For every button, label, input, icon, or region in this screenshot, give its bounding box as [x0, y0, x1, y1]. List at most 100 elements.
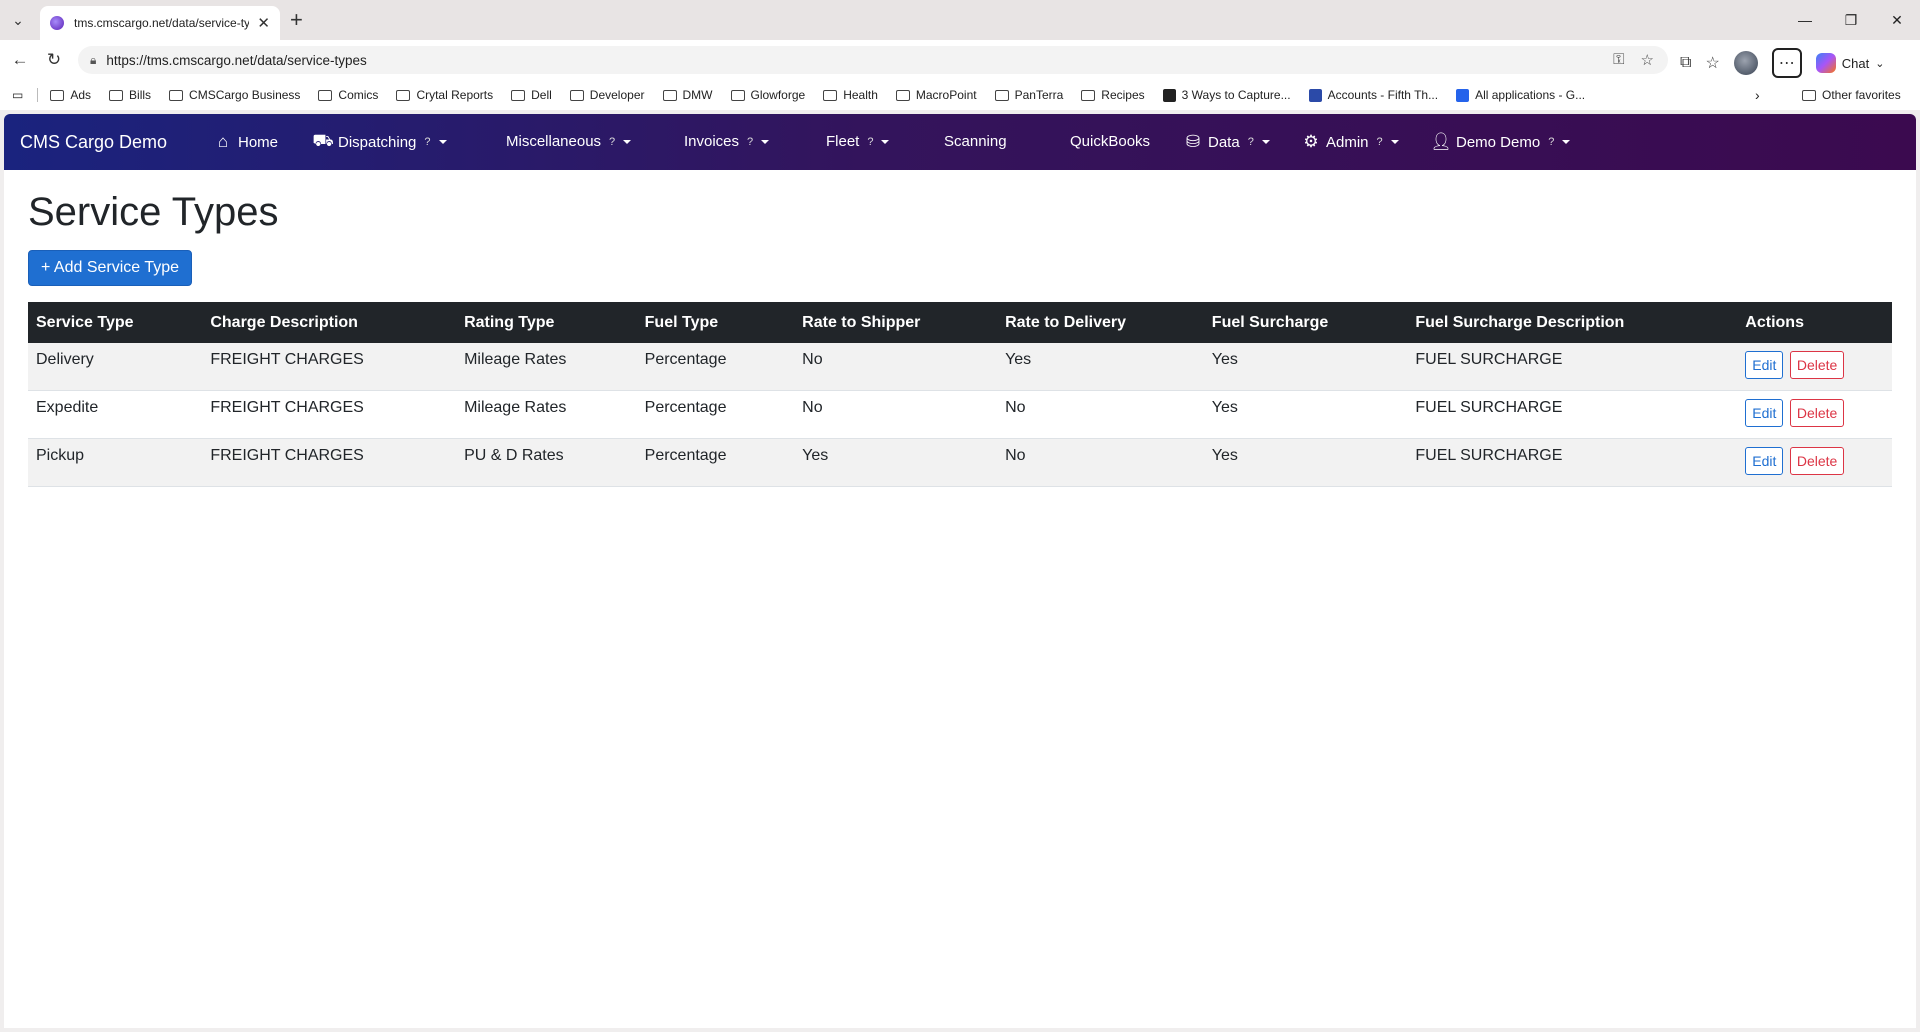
help-question-icon[interactable]: ?	[1248, 136, 1254, 148]
column-header: Actions	[1745, 313, 1804, 331]
site-favicon-icon	[50, 16, 64, 30]
brand-link[interactable]: CMS Cargo Demo	[20, 132, 167, 153]
delete-button[interactable]: Delete	[1789, 351, 1845, 379]
edit-button[interactable]: Edit	[1745, 351, 1784, 379]
window-controls: — ❐ ✕	[1782, 0, 1920, 40]
chat-label: Chat	[1841, 55, 1870, 71]
table-cell: Percentage	[644, 399, 727, 416]
nav-label: Fleet	[826, 133, 860, 150]
help-question-icon[interactable]: ?	[747, 136, 753, 148]
bookmark-item[interactable]: Developer	[569, 88, 645, 102]
reading-list-icon[interactable]: ▭	[12, 88, 23, 102]
actions-cell: Edit Delete	[1737, 343, 1892, 391]
bookmark-item[interactable]: Comics	[318, 88, 378, 102]
bookmark-item[interactable]: Dell	[511, 88, 552, 102]
table-cell: Pickup	[36, 447, 85, 464]
bookmark-item[interactable]: Accounts - Fifth Th...	[1308, 88, 1438, 102]
edit-button[interactable]: Edit	[1745, 399, 1784, 427]
edit-button[interactable]: Edit	[1745, 447, 1784, 475]
help-question-icon[interactable]: ?	[609, 136, 615, 148]
bookmark-item[interactable]: Health	[823, 88, 878, 102]
bookmark-label: DMW	[682, 88, 713, 102]
table-cell: Expedite	[36, 399, 99, 416]
bookmark-item[interactable]: Glowforge	[730, 88, 806, 102]
bookmark-item[interactable]: Bills	[109, 88, 151, 102]
help-question-icon[interactable]: ?	[1377, 136, 1383, 148]
bookmark-item[interactable]: 3 Ways to Capture...	[1162, 88, 1291, 102]
extensions-icon[interactable]: ⧉	[1680, 54, 1691, 72]
table-cell: No	[1005, 447, 1026, 464]
profile-avatar[interactable]	[1733, 51, 1758, 75]
browser-tab[interactable]: tms.cmscargo.net/data/service-types ✕	[40, 6, 280, 40]
bookmark-item[interactable]: DMW	[662, 88, 713, 102]
nav-label: Admin	[1326, 133, 1369, 151]
table-row: Expedite FREIGHT CHARGES Mileage Rates Perc…	[28, 390, 1892, 439]
nav-item-home[interactable]: ⌂ Home	[214, 132, 278, 151]
table-cell: No	[802, 351, 823, 368]
nav-label: Data	[1208, 133, 1240, 151]
refresh-icon[interactable]: ↻	[42, 48, 66, 72]
table-cell: FREIGHT CHARGES	[210, 447, 364, 464]
star-icon[interactable]: ☆	[1641, 51, 1654, 69]
site-favicon-icon	[1308, 88, 1322, 102]
folder-icon	[109, 89, 124, 101]
bookmark-label: All applications - G...	[1475, 88, 1586, 102]
bookmark-item[interactable]: All applications - G...	[1456, 88, 1585, 102]
folder-icon	[823, 89, 838, 101]
help-question-icon[interactable]: ?	[424, 136, 430, 148]
column-header: Charge Description	[210, 313, 358, 331]
new-tab-plus-icon[interactable]: +	[290, 8, 303, 32]
tab-close-icon[interactable]: ✕	[257, 14, 270, 32]
copilot-icon	[1815, 53, 1836, 73]
bookmark-item[interactable]: MacroPoint	[895, 88, 977, 102]
bookmark-item[interactable]: Crytal Reports	[396, 88, 493, 102]
actions-cell: Edit Delete	[1737, 439, 1892, 487]
table-cell: No	[1005, 399, 1026, 416]
home-icon: ⌂	[217, 132, 229, 151]
tab-strip: ⌄ tms.cmscargo.net/data/service-types ✕ …	[0, 0, 1920, 40]
page-title: Service Types	[28, 190, 279, 234]
delete-button[interactable]: Delete	[1789, 447, 1845, 475]
bookmark-label: PanTerra	[1014, 88, 1064, 102]
key-icon[interactable]: ⚿	[1613, 51, 1624, 69]
table-cell: Yes	[1211, 351, 1238, 368]
more-menu-icon[interactable]: ⋯	[1771, 48, 1802, 78]
bookmark-label: Dell	[531, 88, 552, 102]
restore-icon[interactable]: ❐	[1828, 0, 1874, 40]
other-favorites[interactable]: Other favorites	[1802, 88, 1901, 102]
help-question-icon[interactable]: ?	[867, 136, 873, 148]
nav-item-invoices[interactable]: Invoices?	[684, 133, 770, 150]
add-service-type-button[interactable]: + Add Service Type	[28, 250, 193, 286]
favorites-icon[interactable]: ☆	[1705, 53, 1719, 73]
nav-item-demo-demo[interactable]: 👤︎ Demo Demo?	[1430, 132, 1571, 151]
back-arrow-icon[interactable]: ←	[8, 48, 32, 72]
nav-item-quickbooks[interactable]: QuickBooks	[1070, 133, 1150, 150]
user-icon: 👤︎	[1430, 132, 1452, 151]
address-bar[interactable]: 🔒︎ https://tms.cmscargo.net/data/service…	[78, 46, 1668, 74]
nav-item-dispatching[interactable]: ⛟ Dispatching?	[312, 131, 447, 151]
tab-list-chevron-icon[interactable]: ⌄	[6, 8, 30, 32]
nav-item-data[interactable]: ⛁ Data?	[1184, 132, 1270, 151]
nav-item-scanning[interactable]: Scanning	[944, 133, 1007, 150]
table-cell: Yes	[1005, 351, 1032, 368]
nav-item-admin[interactable]: ⚙ Admin?	[1302, 132, 1399, 151]
delete-button[interactable]: Delete	[1789, 399, 1845, 427]
close-window-icon[interactable]: ✕	[1874, 0, 1920, 40]
folder-icon	[511, 89, 526, 101]
bookmark-item[interactable]: CMSCargo Business	[169, 88, 300, 102]
table-cell: FUEL SURCHARGE	[1415, 447, 1563, 464]
help-question-icon[interactable]: ?	[1548, 136, 1554, 148]
bookmark-item[interactable]: PanTerra	[994, 88, 1064, 102]
nav-item-miscellaneous[interactable]: Miscellaneous?	[506, 133, 632, 150]
bookmark-item[interactable]: Ads	[50, 88, 91, 102]
minimize-icon[interactable]: —	[1782, 0, 1828, 40]
table-header-row: Service Type Charge Description Rating Typ…	[28, 302, 1892, 343]
lock-icon[interactable]: 🔒︎	[90, 53, 96, 68]
bookmark-label: Developer	[589, 88, 645, 102]
bookmarks-overflow-chevron-icon[interactable]: ›	[1755, 87, 1760, 103]
bookmark-item[interactable]: Recipes	[1081, 88, 1145, 102]
bookmark-label: Glowforge	[750, 88, 806, 102]
copilot-chat-button[interactable]: Chat ⌄	[1815, 53, 1884, 73]
nav-item-fleet[interactable]: Fleet?	[826, 133, 890, 150]
folder-icon	[50, 89, 65, 101]
